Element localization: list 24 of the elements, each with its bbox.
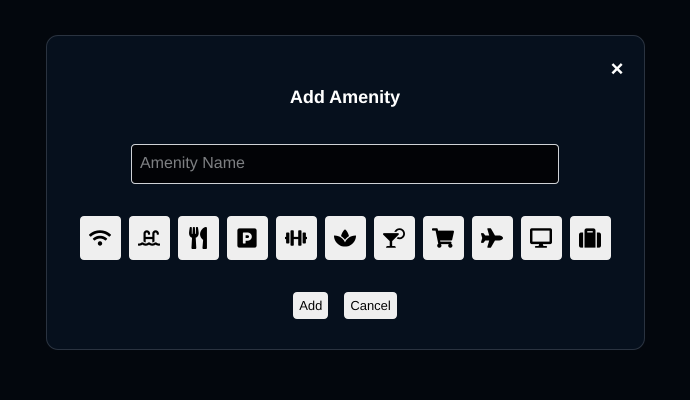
icon-button[interactable] — [324, 216, 366, 260]
icon-button[interactable] — [472, 216, 512, 260]
icon-button[interactable] — [226, 216, 268, 260]
close-button[interactable]: × — [610, 58, 624, 80]
cocktail-icon — [383, 227, 405, 249]
cancel-button[interactable]: Cancel — [344, 292, 397, 319]
icon-button[interactable] — [520, 216, 562, 260]
icon-button[interactable] — [80, 216, 120, 260]
dialog-title: Add Amenity — [290, 86, 400, 108]
icon-button[interactable] — [178, 216, 218, 260]
icon-button[interactable] — [374, 216, 414, 260]
add-button[interactable]: Add — [293, 292, 328, 319]
icon-button[interactable] — [128, 216, 170, 260]
amenity-name-field[interactable]: Amenity Name — [131, 144, 559, 184]
icon-button[interactable] — [570, 216, 610, 260]
monitor-icon — [530, 227, 552, 249]
airplane-icon — [481, 227, 503, 249]
icon-button[interactable] — [422, 216, 464, 260]
suitcase-icon — [579, 227, 601, 249]
parking-icon — [236, 227, 258, 249]
cart-icon — [432, 227, 454, 249]
fork-knife-icon — [187, 227, 209, 249]
lotus-icon — [334, 227, 356, 249]
icon-button[interactable] — [276, 216, 316, 260]
